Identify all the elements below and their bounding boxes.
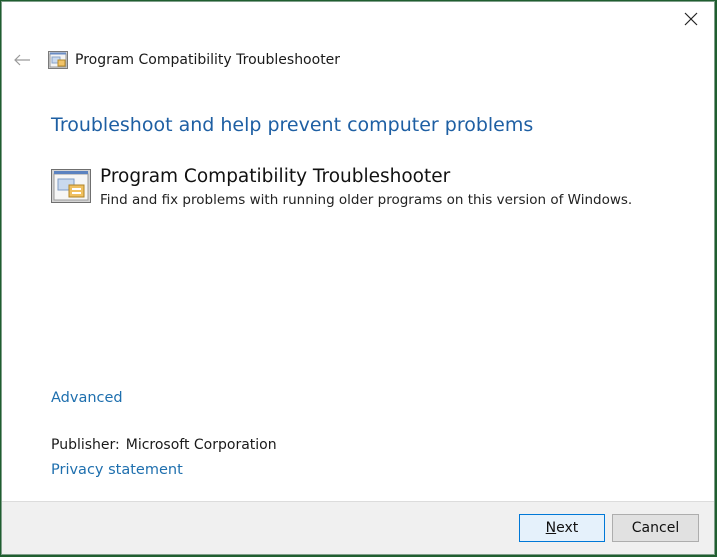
privacy-statement-link[interactable]: Privacy statement xyxy=(51,462,183,478)
publisher-value: Microsoft Corporation xyxy=(125,437,277,453)
close-button[interactable] xyxy=(668,2,714,36)
footer-bar: Next Cancel xyxy=(2,501,714,554)
next-label: ext xyxy=(556,520,579,536)
troubleshooter-description: Find and fix problems with running older… xyxy=(100,192,633,208)
page-heading: Troubleshoot and help prevent computer p… xyxy=(51,114,534,136)
troubleshooter-window: Program Compatibility Troubleshooter Tro… xyxy=(1,1,715,555)
advanced-link[interactable]: Advanced xyxy=(51,390,123,406)
back-arrow-icon xyxy=(14,54,30,66)
next-button[interactable]: Next xyxy=(519,514,605,542)
troubleshooter-title: Program Compatibility Troubleshooter xyxy=(100,166,451,187)
troubleshooter-large-icon xyxy=(51,169,91,203)
cancel-button[interactable]: Cancel xyxy=(612,514,699,542)
window-title: Program Compatibility Troubleshooter xyxy=(75,52,341,68)
troubleshooter-icon xyxy=(48,51,68,69)
next-accelerator: N xyxy=(545,520,557,536)
back-button[interactable] xyxy=(11,51,33,69)
publisher-info: Publisher: Microsoft Corporation xyxy=(51,437,277,453)
close-icon xyxy=(684,12,698,26)
publisher-label: Publisher: xyxy=(51,437,120,453)
title-bar: Program Compatibility Troubleshooter xyxy=(2,42,714,78)
